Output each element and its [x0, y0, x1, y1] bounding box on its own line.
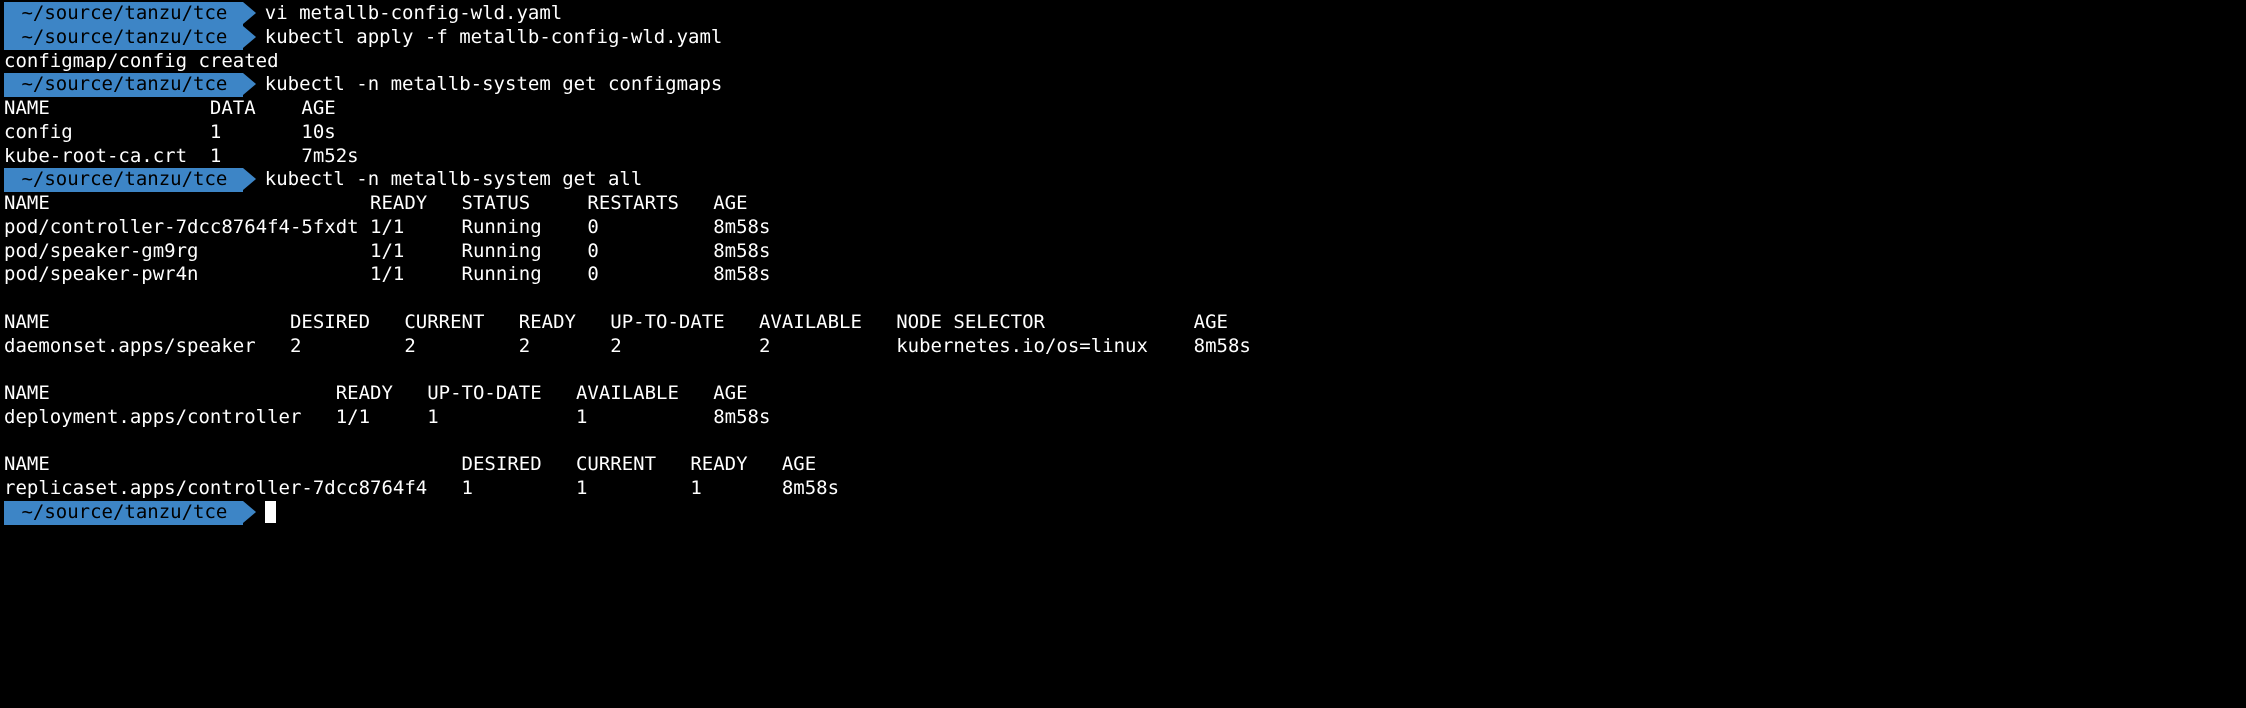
command-line: ~/source/tanzu/tce vi metallb-config-wld… — [4, 2, 2242, 26]
terminal-output[interactable]: ~/source/tanzu/tce vi metallb-config-wld… — [0, 0, 2246, 531]
table-header: NAME READY STATUS RESTARTS AGE — [4, 192, 2242, 216]
table-row: daemonset.apps/speaker 2 2 2 2 2 kuberne… — [4, 335, 2242, 359]
table-row: pod/speaker-pwr4n 1/1 Running 0 8m58s — [4, 263, 2242, 287]
table-row: config 1 10s — [4, 121, 2242, 145]
table-header: NAME DATA AGE — [4, 97, 2242, 121]
table-row: replicaset.apps/controller-7dcc8764f4 1 … — [4, 477, 2242, 501]
cursor — [265, 501, 276, 523]
table-header: NAME DESIRED CURRENT READY UP-TO-DATE AV… — [4, 311, 2242, 335]
blank-line — [4, 430, 2242, 454]
table-row: deployment.apps/controller 1/1 1 1 8m58s — [4, 406, 2242, 430]
blank-line — [4, 358, 2242, 382]
output-line: configmap/config created — [4, 50, 2242, 74]
command-text: kubectl apply -f metallb-config-wld.yaml — [243, 26, 723, 50]
table-header: NAME DESIRED CURRENT READY AGE — [4, 453, 2242, 477]
command-line: ~/source/tanzu/tce kubectl -n metallb-sy… — [4, 73, 2242, 97]
shell-prompt: ~/source/tanzu/tce — [4, 168, 243, 192]
shell-prompt: ~/source/tanzu/tce — [4, 501, 243, 525]
command-line[interactable]: ~/source/tanzu/tce — [4, 501, 2242, 525]
blank-line — [4, 287, 2242, 311]
shell-prompt: ~/source/tanzu/tce — [4, 73, 243, 97]
shell-prompt: ~/source/tanzu/tce — [4, 26, 243, 50]
command-text: kubectl -n metallb-system get all — [243, 168, 643, 192]
table-header: NAME READY UP-TO-DATE AVAILABLE AGE — [4, 382, 2242, 406]
command-line: ~/source/tanzu/tce kubectl apply -f meta… — [4, 26, 2242, 50]
shell-prompt: ~/source/tanzu/tce — [4, 2, 243, 26]
command-text: vi metallb-config-wld.yaml — [243, 2, 562, 26]
command-text: kubectl -n metallb-system get configmaps — [243, 73, 723, 97]
table-row: pod/controller-7dcc8764f4-5fxdt 1/1 Runn… — [4, 216, 2242, 240]
table-row: pod/speaker-gm9rg 1/1 Running 0 8m58s — [4, 240, 2242, 264]
command-line: ~/source/tanzu/tce kubectl -n metallb-sy… — [4, 168, 2242, 192]
table-row: kube-root-ca.crt 1 7m52s — [4, 145, 2242, 169]
